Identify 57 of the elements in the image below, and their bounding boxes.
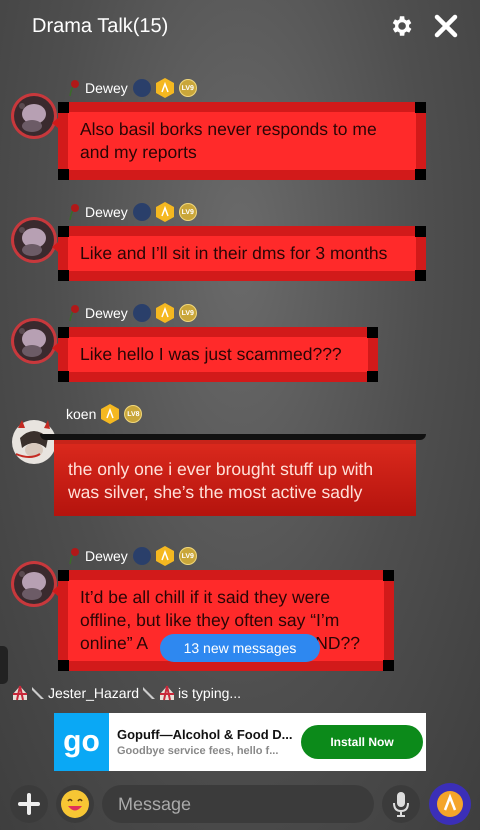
orb-icon	[132, 304, 151, 322]
author-name[interactable]: Dewey	[85, 548, 128, 564]
knife-icon	[142, 686, 156, 700]
bubble-corner	[58, 327, 69, 338]
bubble-corner	[415, 270, 426, 281]
app-logo: go	[54, 713, 109, 771]
hexagon-badge-icon	[156, 78, 174, 98]
bubble-corner	[367, 327, 378, 338]
close-icon[interactable]	[434, 14, 458, 38]
typing-status: is typing...	[178, 685, 242, 701]
orb-icon	[132, 79, 151, 97]
coin-icon[interactable]	[428, 782, 472, 826]
plus-icon	[18, 793, 40, 815]
bubble-corner	[383, 660, 394, 671]
orb-icon	[132, 547, 151, 565]
ad-subtitle: Goodbye service fees, hello f...	[117, 745, 280, 757]
typing-user: Jester_Hazard	[48, 685, 140, 701]
bubble-corner	[58, 371, 69, 382]
chat-title: Drama Talk(15)	[32, 14, 170, 38]
side-handle[interactable]	[0, 646, 8, 684]
bubble-corner	[367, 371, 378, 382]
smiley-icon	[60, 789, 90, 819]
bubble-corner	[415, 226, 426, 237]
bubble-corner	[58, 102, 69, 113]
orb-icon	[132, 203, 151, 221]
author-name[interactable]: koen	[66, 406, 96, 422]
tent-icon	[12, 685, 28, 701]
knife-icon	[31, 686, 45, 700]
hexagon-badge-icon	[156, 303, 174, 323]
message-text: Also basil borks never responds to me and my reports	[80, 118, 378, 164]
author-name[interactable]: Dewey	[85, 204, 128, 220]
author-name[interactable]: Dewey	[85, 80, 128, 96]
bubble-corner	[383, 570, 394, 581]
bubble-corner	[415, 102, 426, 113]
message-text: Like and I’ll sit in their dms for 3 months	[80, 242, 388, 265]
microphone-icon	[391, 791, 411, 817]
hexagon-badge-icon	[156, 202, 174, 222]
hexagon-badge-icon	[156, 546, 174, 566]
bubble-corner	[415, 169, 426, 180]
message-input[interactable]: Message	[102, 785, 374, 823]
add-button[interactable]	[10, 785, 48, 823]
message-text: online” A	[80, 632, 148, 655]
bubble-corner	[58, 660, 69, 671]
ad-banner[interactable]: go Gopuff—Alcohol & Food D... Goodbye service fees, hello f... Install Now	[54, 713, 426, 771]
ad-title: Gopuff—Alcohol & Food D...	[117, 727, 293, 742]
bubble-corner	[58, 169, 69, 180]
bubble-corner	[58, 226, 69, 237]
install-button[interactable]: Install Now	[301, 725, 423, 759]
author-name[interactable]: Dewey	[85, 305, 128, 321]
message-text: the only one i ever brought stuff up with was silver, she’s the most active sadly	[68, 458, 374, 504]
bubble-corner	[58, 270, 69, 281]
tent-icon	[159, 685, 176, 701]
emoji-button[interactable]	[56, 785, 94, 823]
message-text: Like hello I was just scammed???	[80, 343, 343, 366]
hexagon-badge-icon	[101, 404, 120, 424]
bubble-corner	[58, 570, 69, 581]
microphone-button[interactable]	[382, 785, 420, 823]
